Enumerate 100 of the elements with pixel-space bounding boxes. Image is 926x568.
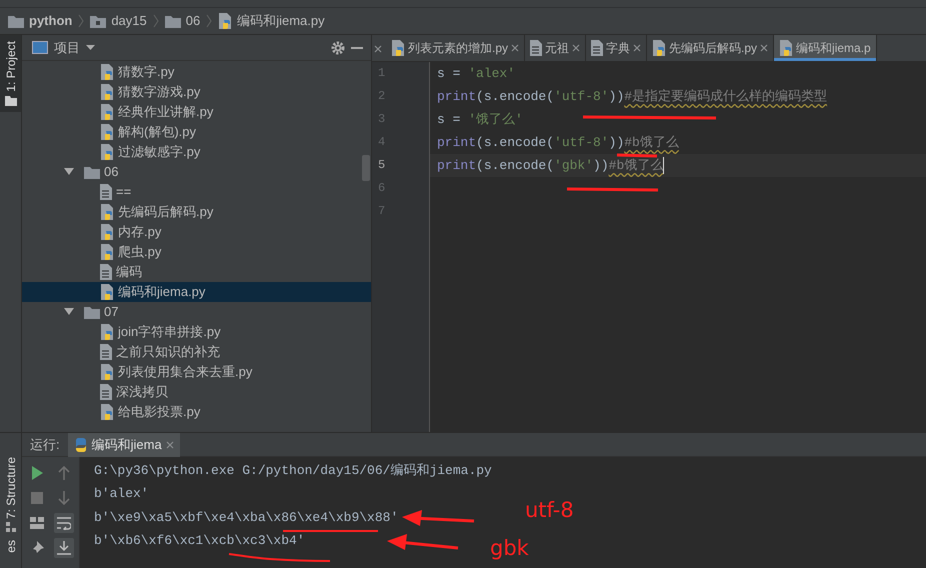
code-line: print(s.encode('gbk'))#b饿了么 (436, 156, 664, 176)
layout-icon (30, 516, 44, 530)
tree-item[interactable]: 先编码后解码.py (22, 202, 371, 222)
folder-icon (84, 166, 100, 178)
python-file-icon (100, 104, 114, 120)
soft-wrap-icon (57, 516, 72, 530)
dropdown-caret-icon (86, 45, 95, 50)
annotation-arrow (387, 534, 458, 550)
scroll-to-end-icon (57, 541, 72, 555)
folder-icon (90, 14, 106, 28)
project-tool-tab[interactable]: 1: Project (0, 35, 21, 112)
text-file-icon (530, 40, 542, 56)
close-icon (166, 440, 174, 448)
close-icon (633, 44, 642, 52)
tree-item[interactable]: 06 (22, 162, 371, 182)
python-file-icon (100, 284, 114, 300)
python-file-icon (779, 40, 794, 56)
down-arrow-icon (57, 491, 72, 505)
editor-tab[interactable]: 字典 (586, 35, 648, 61)
run-tab[interactable]: 编码和jiema (68, 432, 180, 456)
soft-wrap-button[interactable] (54, 513, 74, 533)
breadcrumb-item[interactable]: python (8, 11, 72, 31)
code-line: s = '饿了么' (436, 111, 523, 129)
stop-icon (30, 491, 44, 505)
close-icon (572, 44, 580, 52)
line-number: 5 (377, 157, 386, 174)
python-file-icon (100, 404, 114, 420)
python-icon (74, 438, 88, 452)
annotation-label: utf-8 (525, 500, 574, 521)
run-icon (30, 466, 44, 480)
tree-item[interactable]: 编码和jiema.py (22, 282, 371, 302)
python-file-icon (100, 244, 114, 260)
text-file-icon (100, 344, 112, 360)
editor-tab[interactable]: 列表元素的增加.py (386, 35, 526, 61)
tree-item[interactable]: 过滤敏感字.py (22, 142, 371, 162)
scrollbar-thumb[interactable] (362, 155, 370, 181)
tree-item[interactable]: 经典作业讲解.py (22, 102, 371, 122)
folder-icon (8, 14, 24, 28)
python-file-icon (100, 224, 114, 240)
folder-icon (4, 96, 16, 106)
scroll-to-end-button[interactable] (54, 538, 74, 558)
console-output-line: b'alex' (93, 485, 149, 504)
up-arrow-icon (57, 466, 72, 480)
text-file-icon (100, 264, 112, 280)
chevron-icon (78, 14, 84, 28)
editor-tab[interactable]: 先编码后解码.py (647, 35, 774, 61)
tree-item[interactable]: == (22, 182, 371, 202)
panel-icon (32, 41, 48, 54)
folder-icon (164, 14, 181, 28)
console-output-line: b'\xe9\xa5\xbf\xe4\xba\x86\xe4\xb9\x88' (93, 508, 398, 527)
tree-item[interactable]: 深浅拷贝 (22, 382, 371, 402)
code-line: print(s.encode('utf-8'))#b饿了么 (436, 134, 679, 152)
minimize-icon (351, 46, 363, 48)
breadcrumb-item[interactable]: 编码和jiema.py (218, 11, 325, 31)
tree-item[interactable]: 之前只知识的补充 (22, 342, 371, 362)
chevron-icon (152, 14, 159, 28)
chevron-icon (206, 14, 212, 28)
tree-item[interactable]: 猜数字.py (22, 62, 371, 82)
panel-title[interactable]: 项目 (54, 38, 80, 58)
structure-icon (6, 522, 16, 532)
tree-item[interactable]: 解构(解包).py (22, 122, 371, 142)
console-output-line: b'\xb6\xf6\xc1\xcb\xc3\xb4' (93, 532, 305, 550)
close-icon (760, 44, 768, 52)
text-file-icon (100, 184, 112, 200)
tree-item[interactable]: 07 (22, 302, 371, 322)
tree-item[interactable]: 猜数字游戏.py (22, 82, 371, 102)
python-file-icon (100, 204, 114, 220)
favorites-tool-tab[interactable]: es (2, 540, 20, 553)
settings-icon (331, 40, 345, 54)
tree-item[interactable]: 编码 (22, 262, 371, 282)
python-file-icon (100, 124, 114, 140)
tree-item[interactable]: 列表使用集合来去重.py (22, 362, 371, 382)
annotation-label: gbk (490, 538, 529, 559)
code-line: s = 'alex' (436, 65, 516, 83)
folder-icon (84, 306, 100, 318)
text-file-icon (591, 40, 604, 56)
python-file-icon (391, 40, 405, 56)
python-file-icon (100, 144, 114, 160)
breadcrumb-item[interactable]: 06 (164, 11, 200, 31)
python-file-icon (100, 64, 114, 80)
python-file-icon (100, 364, 114, 380)
python-file-icon (652, 40, 666, 56)
tree-item[interactable]: 给电影投票.py (22, 402, 371, 422)
breadcrumb-item[interactable]: day15 (90, 11, 147, 31)
run-label: 运行: (30, 436, 60, 454)
text-file-icon (100, 384, 112, 400)
close-icon (374, 45, 382, 53)
annotation-underline (616, 154, 658, 158)
python-file-icon (100, 324, 114, 340)
code-line: print(s.encode('utf-8'))#是指定要编码成什么样的编码类型 (436, 88, 828, 106)
python-file-icon (100, 84, 114, 100)
tree-item[interactable]: 内存.py (22, 222, 371, 242)
structure-tool-tab[interactable]: 7: Structure (2, 457, 20, 532)
python-file-icon (218, 13, 232, 29)
close-icon (511, 44, 520, 52)
editor-tab[interactable]: 编码和jiema.p (774, 35, 877, 61)
console-output-line: G:\py36\python.exe G:/python/day15/06/编码和jiema.py (93, 462, 492, 480)
editor-tab[interactable]: 元祖 (525, 35, 586, 61)
tree-item[interactable]: 爬虫.py (22, 242, 371, 262)
tree-item[interactable]: join字符串拼接.py (22, 322, 371, 342)
